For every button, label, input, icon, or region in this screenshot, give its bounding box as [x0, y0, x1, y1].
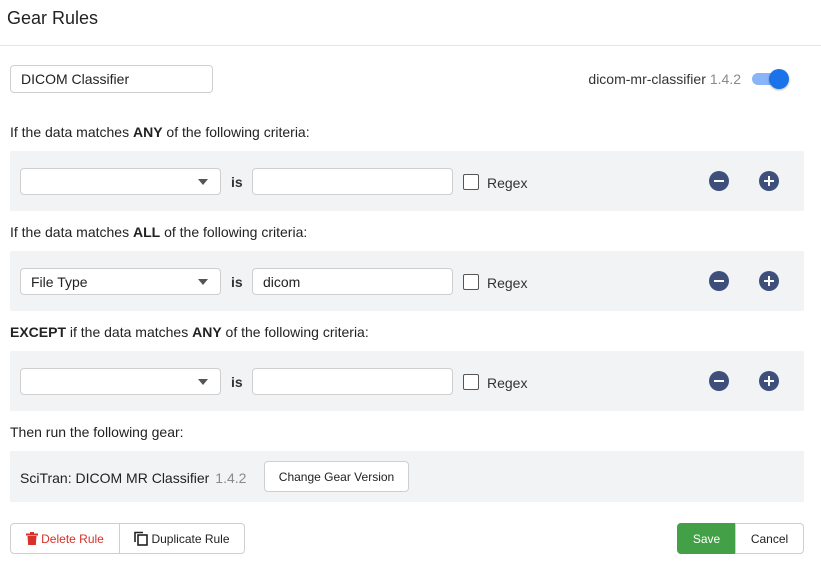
all-criteria-label: If the data matches ALL of the following…	[10, 224, 308, 240]
gear-identifier: dicom-mr-classifier 1.4.2	[588, 71, 741, 87]
all-field-select[interactable]: File Type	[20, 268, 221, 295]
except-criteria-row: is Regex	[10, 351, 804, 411]
all-remove-button[interactable]	[709, 271, 729, 291]
all-add-button[interactable]	[759, 271, 779, 291]
any-field-select[interactable]	[20, 168, 221, 195]
trash-icon	[26, 532, 39, 545]
toggle-knob	[769, 69, 789, 89]
change-gear-version-button[interactable]: Change Gear Version	[264, 461, 409, 492]
copy-icon	[134, 531, 149, 546]
all-operator-label: is	[231, 274, 243, 290]
any-remove-button[interactable]	[709, 171, 729, 191]
plus-circle-icon	[764, 176, 774, 186]
any-criteria-row: is Regex	[10, 151, 804, 211]
except-remove-button[interactable]	[709, 371, 729, 391]
except-operator-label: is	[231, 374, 243, 390]
except-regex-checkbox[interactable]	[463, 374, 479, 390]
page-title: Gear Rules	[7, 8, 99, 28]
gear-id-label: dicom-mr-classifier	[588, 71, 706, 87]
plus-circle-icon	[764, 376, 774, 386]
all-regex-checkbox[interactable]	[463, 274, 479, 290]
minus-circle-icon	[714, 180, 724, 182]
rule-enabled-toggle[interactable]	[752, 69, 789, 89]
gear-panel: SciTran: DICOM MR Classifier 1.4.2 Change…	[10, 451, 804, 502]
any-criteria-label: If the data matches ANY of the following…	[10, 124, 310, 140]
chevron-down-icon	[198, 379, 208, 385]
any-operator-label: is	[231, 174, 243, 190]
except-field-select[interactable]	[20, 368, 221, 395]
minus-circle-icon	[714, 280, 724, 282]
run-gear-label: Then run the following gear:	[10, 424, 184, 440]
gear-name: SciTran: DICOM MR Classifier 1.4.2	[20, 470, 247, 486]
any-regex-checkbox[interactable]	[463, 174, 479, 190]
except-regex-label: Regex	[487, 375, 528, 391]
duplicate-rule-button[interactable]: Duplicate Rule	[119, 523, 245, 554]
plus-circle-icon	[764, 276, 774, 286]
minus-circle-icon	[714, 380, 724, 382]
page-header: Gear Rules	[0, 0, 821, 46]
except-add-button[interactable]	[759, 371, 779, 391]
all-criteria-row: File Type is Regex	[10, 251, 804, 311]
save-button[interactable]: Save	[677, 523, 736, 554]
except-value-input[interactable]	[252, 368, 453, 395]
any-regex-label: Regex	[487, 175, 528, 191]
gear-id-version: 1.4.2	[709, 71, 741, 87]
all-value-input[interactable]	[252, 268, 453, 295]
any-value-input[interactable]	[252, 168, 453, 195]
cancel-button[interactable]: Cancel	[735, 523, 804, 554]
chevron-down-icon	[198, 179, 208, 185]
delete-rule-button[interactable]: Delete Rule	[10, 523, 120, 554]
all-regex-label: Regex	[487, 275, 528, 291]
except-criteria-label: EXCEPT if the data matches ANY of the fo…	[10, 324, 369, 340]
chevron-down-icon	[198, 279, 208, 285]
gear-version: 1.4.2	[215, 470, 247, 486]
any-add-button[interactable]	[759, 171, 779, 191]
rule-name-input[interactable]	[10, 65, 213, 93]
